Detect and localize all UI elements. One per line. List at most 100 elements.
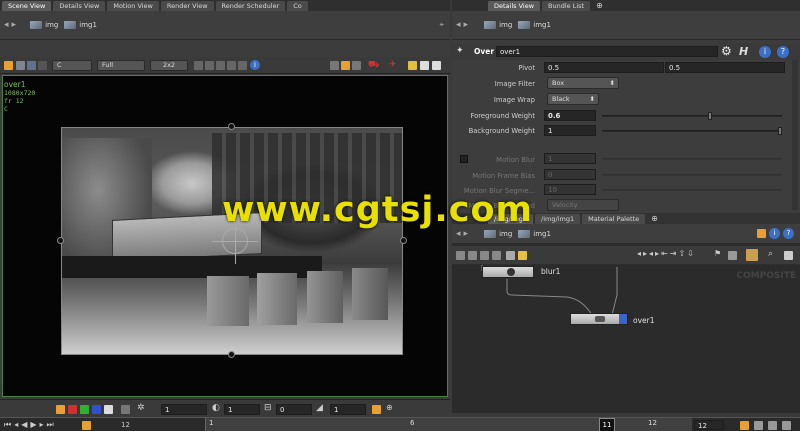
network-layout-icon[interactable]	[784, 251, 793, 260]
current-frame-marker[interactable]: 11	[599, 418, 615, 431]
lut-icon[interactable]: ◢	[316, 403, 323, 413]
lut-field[interactable]: 1	[330, 404, 366, 415]
pivot-y-field[interactable]: 0.5	[665, 62, 785, 73]
pivot-x-field[interactable]: 0.5	[544, 62, 664, 73]
layout-2-icon[interactable]	[420, 61, 429, 70]
pin-icon[interactable]: ⌖	[439, 20, 444, 30]
record-icon[interactable]	[341, 61, 350, 70]
timeline-track[interactable]: 1 6 12 11	[205, 418, 692, 431]
tab-render-view[interactable]: Render View	[160, 1, 214, 11]
viewport[interactable]: over1 1080x720 fr 12 C	[2, 75, 448, 397]
alpha-channel-icon[interactable]	[104, 405, 113, 414]
frame-input[interactable]: 12	[694, 420, 724, 430]
network-path-root[interactable]: img	[484, 229, 512, 238]
fg-weight-knob[interactable]	[707, 112, 712, 120]
color-palette-icon[interactable]	[728, 251, 737, 260]
handle-bottom[interactable]	[228, 351, 235, 358]
tab-scene-view[interactable]: Scene View	[2, 1, 52, 11]
keyframe-icon[interactable]	[754, 421, 763, 430]
guide-icon[interactable]	[352, 61, 361, 70]
motion-blur-segments-slider[interactable]	[602, 189, 782, 191]
mask-icon[interactable]	[38, 61, 47, 70]
network-pin-icon[interactable]	[757, 229, 766, 238]
audio-icon[interactable]	[768, 421, 777, 430]
exposure-field[interactable]: 1	[161, 404, 207, 415]
tab-details-view-right[interactable]: Details View	[488, 1, 541, 11]
path-root[interactable]: img	[30, 21, 58, 29]
hand-icon[interactable]	[227, 61, 236, 70]
snapshot-icon[interactable]: ✈	[389, 60, 397, 70]
forward-arrow-right-icon[interactable]: ▸	[464, 20, 469, 30]
network-info-icon[interactable]: i	[769, 228, 780, 239]
view-icon[interactable]	[238, 61, 247, 70]
info-icon[interactable]: i	[759, 46, 771, 58]
zoom-in-icon[interactable]	[194, 61, 203, 70]
back-arrow-right-icon[interactable]: ◂	[456, 20, 461, 30]
exposure-icon[interactable]: ✲	[137, 403, 145, 413]
offset-icon[interactable]: ⊟	[264, 403, 272, 413]
right-path-root[interactable]: img	[484, 21, 512, 29]
zoom-fit-icon[interactable]	[216, 61, 225, 70]
params-scrollbar[interactable]	[792, 60, 798, 210]
flag-icon[interactable]: ⚑	[714, 249, 721, 258]
tab-co[interactable]: Co	[287, 1, 308, 11]
gear-icon[interactable]: ⚙	[721, 44, 732, 58]
motion-frame-bias-field[interactable]: 0	[544, 169, 596, 180]
over-node[interactable]	[570, 313, 628, 325]
search-icon[interactable]: ⌕	[768, 249, 773, 259]
network-canvas[interactable]: COMPOSITE blur1 over1	[452, 265, 800, 413]
gamma-icon[interactable]: ◐	[212, 403, 220, 413]
color-correct-icon[interactable]	[56, 405, 65, 414]
viewer-options-icon[interactable]	[4, 61, 13, 70]
blur-node[interactable]	[482, 266, 534, 278]
grid-view-icon[interactable]	[492, 251, 501, 260]
grid-icon[interactable]	[121, 405, 130, 414]
houdini-help-icon[interactable]: H	[739, 45, 748, 58]
playback-controls[interactable]: ⏮◂◀▶▸⏭	[4, 420, 57, 430]
color-icon[interactable]	[27, 61, 36, 70]
align-tools-icon[interactable]: ◂▸◂▸⇤⇥⇧⇩	[637, 249, 696, 258]
tile-view-icon[interactable]	[468, 251, 477, 260]
motion-blur-slider[interactable]	[602, 158, 782, 160]
fg-weight-field[interactable]: 0.6	[544, 110, 596, 121]
node-name-field[interactable]: over1	[496, 46, 718, 57]
red-play-icon[interactable]	[330, 61, 339, 70]
list-view-icon[interactable]	[456, 251, 465, 260]
network-back-icon[interactable]: ◂	[456, 229, 461, 239]
network-help-icon[interactable]: ?	[783, 228, 794, 239]
right-path-node[interactable]: img1	[518, 21, 551, 29]
forward-arrow-icon[interactable]: ▸	[12, 20, 17, 30]
tab-details-view[interactable]: Details View	[53, 1, 106, 11]
red-channel-icon[interactable]	[68, 405, 77, 414]
realtime-icon[interactable]	[740, 421, 749, 430]
gamma-field[interactable]: 1	[224, 404, 260, 415]
motion-blur-field[interactable]: 1	[544, 153, 596, 164]
add-tab-icon[interactable]: ⊕	[596, 1, 603, 11]
add-network-tab-icon[interactable]: ⊕	[651, 214, 658, 224]
network-forward-icon[interactable]: ▸	[464, 229, 469, 239]
tab-material-palette[interactable]: Material Palette	[582, 214, 646, 224]
offset-field[interactable]: 0	[276, 404, 312, 415]
question-icon[interactable]: ?	[777, 46, 789, 58]
handle-top[interactable]	[228, 123, 235, 130]
bg-weight-knob[interactable]	[778, 127, 782, 135]
tab-motion-view[interactable]: Motion View	[107, 1, 159, 11]
layout-1-icon[interactable]	[408, 61, 417, 70]
help-icon[interactable]: i	[250, 60, 260, 70]
path-node[interactable]: img1	[64, 21, 97, 29]
network-path-node[interactable]: img1	[518, 229, 551, 238]
handle-left[interactable]	[57, 237, 64, 244]
display-lut-icon[interactable]	[372, 405, 381, 414]
blue-channel-icon[interactable]	[92, 405, 101, 414]
channel-select[interactable]: C	[52, 60, 92, 71]
tree-view-icon[interactable]	[480, 251, 489, 260]
image-filter-select[interactable]: Box ⬍	[547, 77, 619, 89]
motion-frame-bias-slider[interactable]	[602, 174, 782, 176]
bg-weight-slider[interactable]	[602, 127, 782, 135]
resolution-select[interactable]: Full	[97, 60, 145, 71]
bg-weight-field[interactable]: 1	[544, 125, 596, 136]
timeline-options-icon[interactable]	[782, 421, 791, 430]
tab-bundle-list[interactable]: Bundle List	[542, 1, 591, 11]
play-icon[interactable]	[82, 421, 91, 430]
zoom-out-icon[interactable]	[205, 61, 214, 70]
